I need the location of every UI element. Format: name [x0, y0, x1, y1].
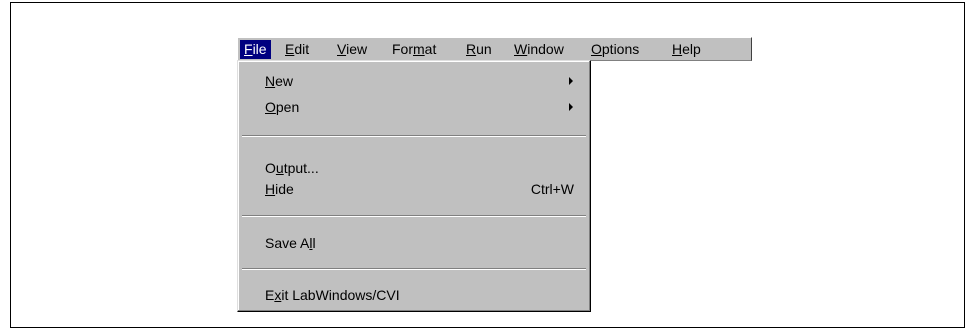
menu-separator: [242, 135, 586, 137]
menu-options[interactable]: Options: [587, 40, 643, 59]
menu-edit[interactable]: Edit: [281, 40, 313, 59]
menu-file[interactable]: File: [240, 40, 271, 59]
file-menu-open[interactable]: Open: [240, 96, 588, 118]
menu-window[interactable]: Window: [510, 40, 568, 59]
submenu-arrow-icon: [569, 103, 573, 111]
file-menu-open-label: Open: [265, 99, 300, 115]
file-menu-save-all[interactable]: Save All: [240, 232, 588, 254]
file-menu-hide-label: Hide: [265, 181, 294, 197]
file-menu-exit[interactable]: Exit LabWindows/CVI: [240, 284, 588, 306]
file-menu-save-all-label: Save All: [265, 235, 316, 251]
submenu-arrow-icon: [569, 77, 573, 85]
file-menu-output[interactable]: Output...: [240, 157, 588, 179]
menu-run[interactable]: Run: [462, 40, 496, 59]
file-menu-hide[interactable]: Hide Ctrl+W: [240, 178, 588, 200]
menu-help[interactable]: Help: [668, 40, 705, 59]
file-menu-output-label: Output...: [265, 160, 319, 176]
file-menu-new[interactable]: New: [240, 70, 588, 92]
file-menu-dropdown: New Open Output... Hide Ctrl+W Save All …: [237, 60, 591, 312]
menu-separator: [242, 215, 586, 217]
menu-format[interactable]: Format: [388, 40, 440, 59]
menu-separator: [242, 268, 586, 270]
menu-view[interactable]: View: [333, 40, 371, 59]
file-menu-hide-shortcut: Ctrl+W: [530, 181, 574, 197]
file-menu-new-label: New: [265, 73, 294, 89]
menu-bar: File Edit View Format Run Window Options…: [237, 37, 752, 61]
file-menu-exit-label: Exit LabWindows/CVI: [265, 287, 400, 303]
